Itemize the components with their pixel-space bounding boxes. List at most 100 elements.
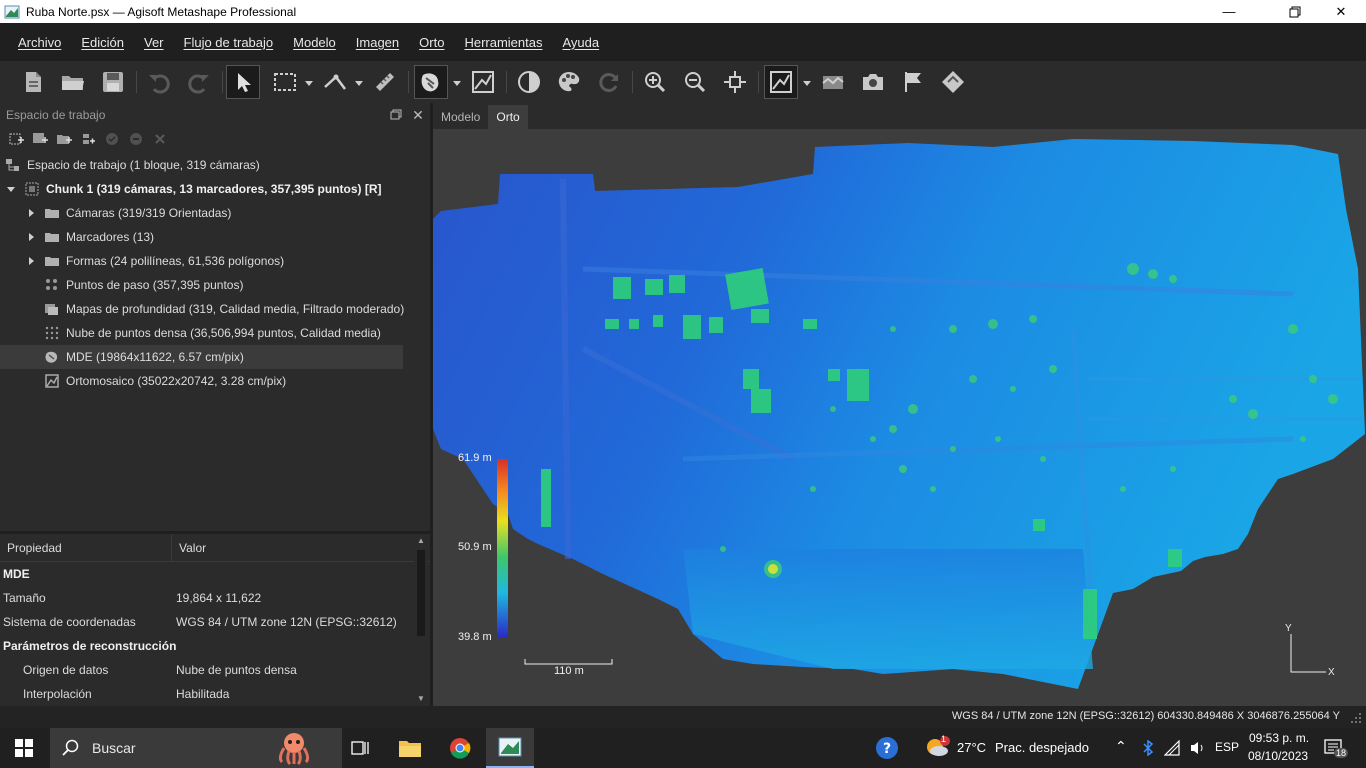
task-view-button[interactable] [336, 728, 384, 768]
tree-item-markers[interactable]: Marcadores (13) [0, 225, 430, 249]
ruler-icon [324, 74, 346, 90]
chevron-right-icon[interactable] [26, 256, 36, 266]
taskbar-metashape[interactable] [486, 728, 534, 768]
taskbar-search[interactable]: Buscar [50, 728, 342, 768]
measure-icon [376, 73, 394, 91]
property-row[interactable]: Interpolación Habilitada [0, 682, 430, 706]
chevron-up-icon[interactable]: ⌃ [1115, 738, 1127, 755]
chevron-down-icon[interactable] [802, 78, 812, 88]
rotate-button[interactable] [592, 65, 626, 99]
dem-view-button[interactable] [414, 65, 448, 99]
taskbar-chrome[interactable] [436, 728, 484, 768]
chevron-down-icon[interactable] [6, 184, 16, 194]
tree-item-shapes[interactable]: Formas (24 polilíneas, 61,536 polígonos) [0, 249, 430, 273]
rectangle-selection-button[interactable] [268, 65, 302, 99]
enable-button[interactable] [100, 128, 124, 150]
add-chunk-button[interactable] [4, 128, 28, 150]
menu-orto[interactable]: Orto [409, 35, 454, 50]
close-panel-button[interactable]: ✕ [409, 106, 427, 124]
menu-modelo[interactable]: Modelo [283, 35, 346, 50]
tree-item-dense-cloud[interactable]: Nube de puntos densa (36,506,994 puntos,… [0, 321, 430, 345]
disable-button[interactable] [124, 128, 148, 150]
main-toolbar [0, 61, 1366, 103]
weather-icon[interactable] [924, 736, 950, 758]
restore-icon [1289, 6, 1301, 17]
column-header-property[interactable]: Propiedad [0, 533, 172, 562]
select-tool-button[interactable] [226, 65, 260, 99]
menu-edicion[interactable]: Edición [71, 35, 134, 50]
tree-root[interactable]: Espacio de trabajo (1 bloque, 319 cámara… [0, 153, 430, 177]
language-indicator[interactable]: ESP [1215, 740, 1239, 754]
tab-modelo[interactable]: Modelo [433, 105, 488, 129]
edit-orthomosaic-button[interactable] [466, 65, 500, 99]
tree-item-dem[interactable]: MDE (19864x11622, 6.57 cm/pix) [0, 345, 403, 369]
scrollbar-thumb[interactable] [417, 550, 425, 636]
chevron-right-icon[interactable] [26, 232, 36, 242]
menu-flujo-de-trabajo[interactable]: Flujo de trabajo [174, 35, 284, 50]
add-photos-button[interactable] [28, 128, 52, 150]
clock-date[interactable]: 08/10/2023 [1248, 749, 1308, 763]
new-project-button[interactable] [16, 65, 50, 99]
column-header-value[interactable]: Valor [172, 541, 206, 555]
folder-icon [44, 229, 60, 245]
chevron-down-icon[interactable] [452, 78, 462, 88]
weather-temperature[interactable]: 27°C [957, 740, 986, 755]
undo-button[interactable] [142, 65, 176, 99]
remove-button[interactable] [148, 128, 172, 150]
save-project-button[interactable] [96, 65, 130, 99]
tree-item-cameras[interactable]: Cámaras (319/319 Orientadas) [0, 201, 430, 225]
capture-view-button[interactable] [856, 65, 890, 99]
weather-condition[interactable]: Prac. despejado [995, 740, 1089, 755]
dense-cloud-icon [44, 325, 60, 341]
restore-button[interactable] [1272, 0, 1318, 23]
place-marker-button[interactable] [896, 65, 930, 99]
dem-image[interactable] [433, 129, 1366, 706]
menu-ver[interactable]: Ver [134, 35, 174, 50]
shapes-button[interactable] [816, 65, 850, 99]
tab-orto[interactable]: Orto [488, 105, 528, 129]
add-folder-button[interactable] [52, 128, 76, 150]
measure-button[interactable] [368, 65, 402, 99]
chevron-right-icon[interactable] [26, 208, 36, 218]
fit-view-button[interactable] [718, 65, 752, 99]
open-project-button[interactable] [56, 65, 90, 99]
property-row[interactable]: Origen de datos Nube de puntos densa [0, 658, 430, 682]
tree-item-depth-maps[interactable]: Mapas de profundidad (319, Calidad media… [0, 297, 430, 321]
resize-grip-icon[interactable] [1349, 711, 1363, 725]
tree-item-tie-points[interactable]: Puntos de paso (357,395 puntos) [0, 273, 430, 297]
chevron-down-icon[interactable] [304, 78, 314, 88]
scroll-up-icon[interactable]: ▲ [416, 536, 426, 546]
start-button[interactable] [0, 728, 48, 768]
palette-button[interactable] [552, 65, 586, 99]
help-icon[interactable]: ? [875, 736, 899, 760]
menu-herramientas[interactable]: Herramientas [454, 35, 552, 50]
ortho-viewport[interactable]: 61.9 m 50.9 m 39.8 m 110 m Y X [433, 129, 1366, 706]
view-mode-button[interactable] [764, 65, 798, 99]
ruler-tool-button[interactable] [318, 65, 352, 99]
volume-icon[interactable] [1189, 740, 1207, 756]
marker-tool-button[interactable] [936, 65, 970, 99]
zoom-in-button[interactable] [638, 65, 672, 99]
menu-archivo[interactable]: Archivo [8, 35, 71, 50]
add-markers-button[interactable] [76, 128, 100, 150]
minimize-button[interactable]: — [1206, 0, 1252, 23]
bluetooth-icon[interactable] [1142, 740, 1154, 756]
close-window-button[interactable]: ✕ [1318, 0, 1364, 23]
property-row[interactable]: Tamaño 19,864 x 11,622 [0, 586, 430, 610]
float-panel-button[interactable] [387, 106, 405, 124]
search-placeholder: Buscar [92, 740, 136, 756]
clock-time[interactable]: 09:53 p. m. [1249, 731, 1309, 745]
property-row[interactable]: Sistema de coordenadas WGS 84 / UTM zone… [0, 610, 430, 634]
scroll-down-icon[interactable]: ▼ [416, 694, 426, 704]
contrast-button[interactable] [512, 65, 546, 99]
tree-item-orthomosaic[interactable]: Ortomosaico (35022x20742, 3.28 cm/pix) [0, 369, 430, 393]
chevron-down-icon[interactable] [354, 78, 364, 88]
tree-chunk[interactable]: Chunk 1 (319 cámaras, 13 marcadores, 357… [0, 177, 430, 201]
properties-scrollbar[interactable]: ▲ ▼ [414, 534, 428, 706]
network-icon[interactable] [1164, 740, 1180, 756]
redo-button[interactable] [182, 65, 216, 99]
taskbar-file-explorer[interactable] [386, 728, 434, 768]
menu-imagen[interactable]: Imagen [346, 35, 409, 50]
zoom-out-button[interactable] [678, 65, 712, 99]
menu-ayuda[interactable]: Ayuda [552, 35, 609, 50]
